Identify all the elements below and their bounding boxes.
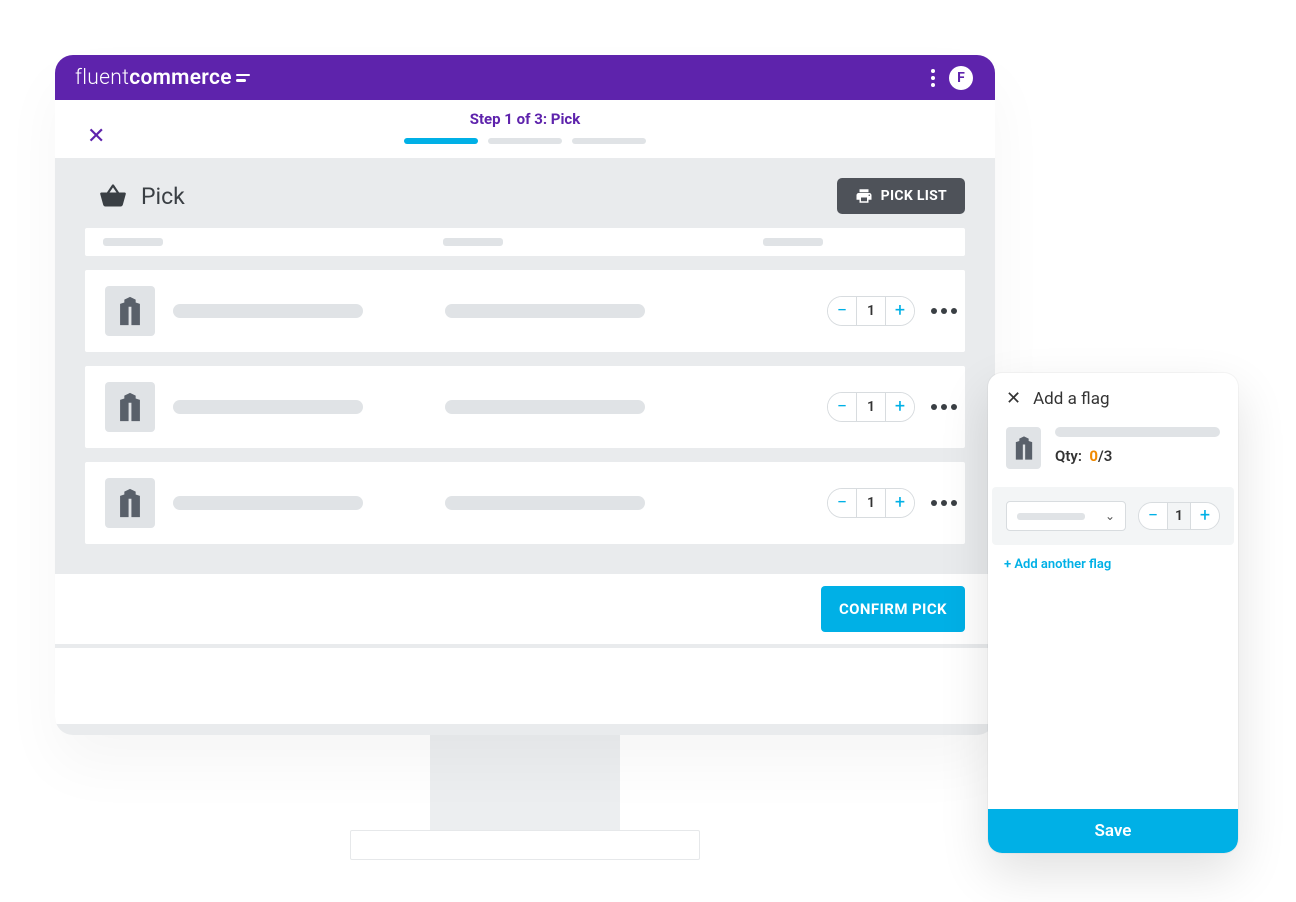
qty-value: 1	[856, 297, 886, 325]
product-name-placeholder	[173, 400, 363, 414]
page-title: Pick	[141, 183, 185, 210]
avatar[interactable]: F	[949, 66, 973, 90]
select-placeholder	[1017, 513, 1085, 520]
product-thumb	[105, 286, 155, 336]
app-header: fluentcommerce F	[55, 55, 995, 100]
jacket-icon	[1010, 434, 1038, 462]
pick-list-label: PICK LIST	[881, 188, 947, 204]
col-header-placeholder	[763, 238, 823, 246]
product-detail-placeholder	[445, 304, 645, 318]
increment-button[interactable]: +	[886, 489, 914, 517]
product-thumb	[105, 478, 155, 528]
product-thumb	[1006, 427, 1041, 469]
qty-value: 1	[856, 393, 886, 421]
qty-value: 1	[1167, 503, 1191, 529]
quantity-stepper[interactable]: − 1 +	[827, 296, 915, 326]
progress-segment-1	[404, 138, 478, 144]
flag-reason-select[interactable]: ⌄	[1006, 501, 1126, 531]
col-header-placeholder	[103, 238, 163, 246]
decrement-button[interactable]: −	[828, 297, 856, 325]
confirm-bar: CONFIRM PICK	[55, 574, 995, 644]
kebab-menu-icon[interactable]	[931, 69, 935, 87]
close-icon[interactable]: ✕	[1006, 390, 1021, 408]
qty-display: Qty: 0/3	[1055, 447, 1220, 465]
line-item: − 1 +	[85, 462, 965, 544]
row-menu-icon[interactable]	[931, 308, 965, 314]
progress-segment-3	[572, 138, 646, 144]
modal-title: Add a flag	[1033, 389, 1109, 409]
increment-button[interactable]: +	[886, 297, 914, 325]
add-another-flag-link[interactable]: + Add another flag	[988, 545, 1238, 572]
product-name-placeholder	[1055, 427, 1220, 437]
jacket-icon	[113, 390, 147, 424]
product-name-placeholder	[173, 304, 363, 318]
increment-button[interactable]: +	[1191, 503, 1219, 529]
qty-picked: 0	[1089, 447, 1098, 465]
decrement-button[interactable]: −	[828, 393, 856, 421]
modal-header: ✕ Add a flag	[988, 373, 1238, 419]
title-row: Pick PICK LIST	[55, 158, 995, 228]
quantity-stepper[interactable]: − 1 +	[827, 488, 915, 518]
qty-total: /3	[1098, 447, 1112, 465]
footer-blank	[55, 648, 995, 724]
product-thumb	[105, 382, 155, 432]
col-header-placeholder	[443, 238, 503, 246]
qty-value: 1	[856, 489, 886, 517]
flag-form: ⌄ − 1 +	[992, 487, 1234, 545]
wizard-header: ✕ Step 1 of 3: Pick	[55, 100, 995, 158]
pick-list-button[interactable]: PICK LIST	[837, 178, 965, 214]
product-detail-placeholder	[445, 496, 645, 510]
progress-bar	[79, 138, 971, 144]
monitor-stand	[430, 730, 620, 835]
header-actions: F	[931, 66, 973, 90]
brand-light: fluent	[75, 66, 129, 90]
line-item: − 1 +	[85, 366, 965, 448]
brand-bold: commerce	[129, 66, 232, 90]
app-window: fluentcommerce F ✕ Step 1 of 3: Pick Pic…	[55, 55, 995, 735]
increment-button[interactable]: +	[886, 393, 914, 421]
product-detail-placeholder	[445, 400, 645, 414]
brand-mark-icon	[236, 74, 250, 82]
close-icon[interactable]: ✕	[87, 126, 105, 148]
table-header	[85, 228, 965, 256]
printer-icon	[855, 187, 873, 205]
row-menu-icon[interactable]	[931, 404, 965, 410]
quantity-stepper[interactable]: − 1 +	[1138, 502, 1220, 530]
product-name-placeholder	[173, 496, 363, 510]
line-item: − 1 +	[85, 270, 965, 352]
step-label: Step 1 of 3: Pick	[79, 110, 971, 128]
add-flag-modal: ✕ Add a flag Qty: 0/3 ⌄ − 1 + + Add anot…	[988, 373, 1238, 853]
row-menu-icon[interactable]	[931, 500, 965, 506]
monitor-base	[350, 830, 700, 860]
jacket-icon	[113, 486, 147, 520]
decrement-button[interactable]: −	[1139, 503, 1167, 529]
progress-segment-2	[488, 138, 562, 144]
basket-icon	[99, 182, 127, 210]
qty-label: Qty:	[1055, 447, 1082, 465]
chevron-down-icon: ⌄	[1105, 509, 1115, 523]
decrement-button[interactable]: −	[828, 489, 856, 517]
save-button[interactable]: Save	[988, 809, 1238, 853]
confirm-pick-button[interactable]: CONFIRM PICK	[821, 586, 965, 632]
modal-product: Qty: 0/3	[988, 419, 1238, 487]
jacket-icon	[113, 294, 147, 328]
brand-logo: fluentcommerce	[75, 66, 250, 90]
quantity-stepper[interactable]: − 1 +	[827, 392, 915, 422]
